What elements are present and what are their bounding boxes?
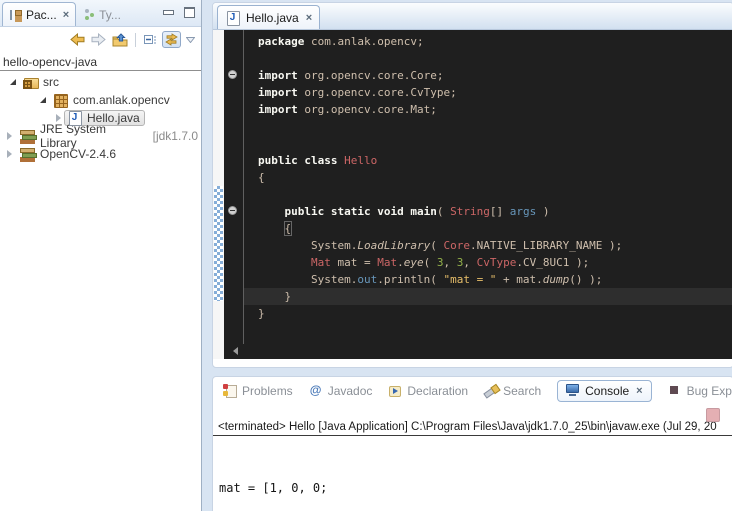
library-icon: [20, 147, 36, 161]
ruler-stub: [213, 344, 224, 359]
code-line: {: [258, 220, 732, 237]
library-icon: [20, 129, 36, 143]
folding-gutter: [224, 30, 243, 344]
code-line: import org.opencv.core.CvType;: [258, 84, 732, 101]
forward-button[interactable]: [90, 32, 107, 47]
console-output-line: mat = [1, 0, 0;: [219, 479, 732, 498]
project-tree: srccom.anlak.opencvHello.javaJRE System …: [0, 71, 201, 163]
declaration-icon: [388, 384, 402, 397]
collapse-all-button[interactable]: [142, 33, 158, 47]
code-line: [258, 135, 732, 152]
editor-pane: Hello.java × package com.anlak.opencv; i…: [212, 2, 732, 368]
tree-item[interactable]: src: [0, 73, 201, 91]
tree-item-label: OpenCV-2.4.6: [40, 147, 116, 161]
close-icon[interactable]: ×: [306, 12, 312, 24]
tab-type-hierarchy[interactable]: Ty...: [76, 3, 127, 26]
scroll-left-icon[interactable]: [233, 347, 238, 355]
fold-collapse-icon[interactable]: [228, 206, 237, 215]
sidebar-tabbar: Pac... × Ty...: [0, 0, 201, 27]
minimize-icon[interactable]: [163, 10, 174, 15]
console-icon: [566, 384, 580, 397]
collapsed-arrow-icon[interactable]: [7, 150, 12, 158]
package-icon: [53, 93, 69, 107]
code-line: Mat mat = Mat.eye( 3, 3, CvType.CV_8UC1 …: [258, 254, 732, 271]
expanded-arrow-icon[interactable]: [10, 79, 16, 85]
console-status: <terminated> Hello [Java Application] C:…: [213, 421, 732, 436]
console-output: mat = [1, 0, 0; 0, 1, 0; 0, 0, 1]: [213, 436, 732, 511]
console-pane: Problems Javadoc Declaration Search Console ×…: [212, 376, 732, 511]
annotation-ruler: [213, 30, 224, 344]
javadoc-icon: [309, 384, 323, 397]
java-file-icon: [67, 111, 83, 125]
code-line: public static void main( String[] args ): [258, 203, 732, 220]
view-tab-label: Declaration: [407, 384, 468, 398]
bug-icon: [668, 384, 682, 397]
type-hierarchy-icon: [82, 9, 95, 21]
editor-tab-label: Hello.java: [246, 11, 299, 25]
code-line: [258, 118, 732, 135]
tab-hello-java[interactable]: Hello.java ×: [217, 5, 320, 29]
view-tab-problems[interactable]: Problems: [223, 384, 293, 398]
view-tab-label: Console: [585, 384, 629, 398]
code-line: import org.opencv.core.Mat;: [258, 101, 732, 118]
code-line: public class Hello: [258, 152, 732, 169]
code-line: import org.opencv.core.Core;: [258, 67, 732, 84]
search-icon: [484, 384, 498, 397]
fold-collapse-icon[interactable]: [228, 70, 237, 79]
tab-package-explorer[interactable]: Pac... ×: [2, 2, 76, 26]
view-tab-label: Bug Explorer: [687, 384, 732, 398]
tree-item[interactable]: JRE System Library [jdk1.7.0: [0, 127, 201, 145]
horizontal-scrollbar[interactable]: [224, 344, 732, 359]
view-menu-button[interactable]: [185, 36, 196, 44]
package-folder-icon: [23, 75, 39, 89]
sidebar-toolbar: [0, 27, 201, 52]
view-tab-console[interactable]: Console ×: [557, 380, 651, 402]
editor-body: package com.anlak.opencv; import org.ope…: [213, 30, 732, 344]
view-tabbar: Problems Javadoc Declaration Search Console ×…: [213, 377, 732, 404]
code-line: }: [258, 305, 732, 322]
tree-item-label: com.anlak.opencv: [73, 93, 170, 107]
editor-tabbar: Hello.java ×: [213, 3, 732, 30]
range-indicator: [214, 186, 223, 301]
eclipse-window: Pac... × Ty... hello-opencv-java src com.…: [0, 0, 732, 511]
tab-label: Ty...: [99, 8, 121, 22]
tab-label: Pac...: [26, 8, 57, 22]
code-line: [258, 186, 732, 203]
up-folder-button[interactable]: [111, 32, 129, 48]
link-with-editor-button[interactable]: [162, 31, 181, 48]
view-tab-javadoc[interactable]: Javadoc: [309, 384, 373, 398]
close-icon[interactable]: ×: [636, 385, 642, 397]
tree-item-decorator: [jdk1.7.0: [149, 129, 198, 143]
expanded-arrow-icon[interactable]: [40, 97, 46, 103]
code-area[interactable]: package com.anlak.opencv; import org.ope…: [243, 30, 732, 344]
code-line: }: [244, 288, 732, 305]
view-tab-declaration[interactable]: Declaration: [388, 384, 468, 398]
close-icon[interactable]: ×: [63, 9, 69, 21]
view-tab-search[interactable]: Search: [484, 384, 541, 398]
view-tab-label: Search: [503, 384, 541, 398]
tree-item[interactable]: com.anlak.opencv: [0, 91, 201, 109]
panel-window-buttons: [163, 7, 195, 18]
terminate-button[interactable]: [706, 408, 720, 422]
code-line: System.LoadLibrary( Core.NATIVE_LIBRARY_…: [258, 237, 732, 254]
problems-icon: [223, 384, 237, 397]
code-line: {: [258, 169, 732, 186]
view-tab-bug-explorer[interactable]: Bug Explorer: [668, 384, 732, 398]
view-tab-label: Problems: [242, 384, 293, 398]
package-explorer-icon: [9, 9, 22, 21]
tree-item-label: src: [43, 75, 59, 89]
editor-scroll-row: [213, 344, 732, 359]
package-explorer-panel: Pac... × Ty... hello-opencv-java src com.…: [0, 0, 202, 511]
toolbar-separator: [135, 33, 136, 47]
view-tab-label: Javadoc: [328, 384, 373, 398]
back-button[interactable]: [69, 32, 86, 47]
java-file-icon: [225, 11, 241, 25]
code-line: System.out.println( "mat = " + mat.dump(…: [258, 271, 732, 288]
code-line: [258, 50, 732, 67]
tree-root-project[interactable]: hello-opencv-java: [0, 52, 201, 71]
code-line: package com.anlak.opencv;: [258, 33, 732, 50]
collapsed-arrow-icon[interactable]: [7, 132, 12, 140]
maximize-icon[interactable]: [184, 7, 195, 18]
